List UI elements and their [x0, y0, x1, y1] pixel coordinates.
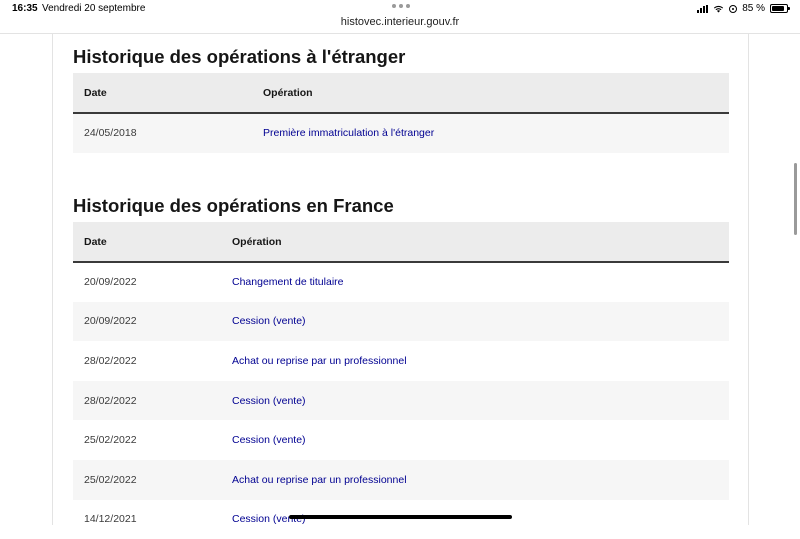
foreign-history-table: Date Opération 24/05/2018 Première immat…: [73, 73, 729, 153]
row-operation-link[interactable]: Première immatriculation à l'étranger: [252, 113, 729, 153]
row-operation-link[interactable]: Achat ou reprise par un professionnel: [221, 459, 729, 500]
status-bar: 16:35 Vendredi 20 septembre histovec.int…: [0, 0, 800, 34]
table-row: 24/05/2018 Première immatriculation à l'…: [73, 113, 729, 153]
france-history-title: Historique des opérations en France: [73, 195, 394, 216]
row-operation-link[interactable]: Cession (vente): [221, 420, 729, 460]
status-icons: 85 %: [697, 3, 790, 14]
column-header-date: Date: [73, 222, 221, 263]
home-indicator[interactable]: [289, 515, 512, 519]
table-header-row: Date Opération: [73, 222, 729, 263]
row-operation-link[interactable]: Cession (vente): [221, 380, 729, 421]
page-content: Historique des opérations à l'étranger D…: [52, 34, 749, 539]
table-row: 25/02/2022 Cession (vente): [73, 420, 729, 460]
column-header-operation: Opération: [221, 222, 729, 263]
row-date: 28/02/2022: [73, 341, 221, 381]
row-date: 25/02/2022: [73, 420, 221, 460]
battery-percent: 85 %: [742, 3, 765, 14]
table-row: 14/12/2021 Cession (vente): [73, 499, 729, 539]
foreign-history-section: Historique des opérations à l'étranger D…: [73, 41, 729, 153]
multitasking-dots-icon[interactable]: [392, 4, 410, 8]
row-operation-link[interactable]: Cession (vente): [221, 499, 729, 539]
table-row: 20/09/2022 Cession (vente): [73, 301, 729, 342]
wifi-icon: [714, 5, 724, 13]
table-row: 25/02/2022 Achat ou reprise par un profe…: [73, 459, 729, 500]
location-icon: [729, 4, 738, 13]
column-header-date: Date: [73, 73, 252, 114]
row-date: 24/05/2018: [73, 113, 252, 153]
battery-icon: [770, 4, 790, 13]
status-time: 16:35: [12, 3, 38, 14]
table-row: 20/09/2022 Changement de titulaire: [73, 262, 729, 302]
row-date: 28/02/2022: [73, 380, 221, 421]
france-history-table: Date Opération 20/09/2022 Changement de …: [73, 222, 729, 539]
scroll-indicator[interactable]: [794, 163, 797, 235]
table-row: 28/02/2022 Achat ou reprise par un profe…: [73, 341, 729, 381]
row-date: 25/02/2022: [73, 459, 221, 500]
row-date: 14/12/2021: [73, 499, 221, 539]
column-header-operation: Opération: [252, 73, 729, 114]
table-row: 28/02/2022 Cession (vente): [73, 380, 729, 421]
table-header-row: Date Opération: [73, 73, 729, 114]
row-operation-link[interactable]: Cession (vente): [221, 301, 729, 342]
france-history-section: Historique des opérations en France Date…: [73, 190, 729, 539]
signal-icon: [697, 4, 709, 13]
row-operation-link[interactable]: Changement de titulaire: [221, 262, 729, 302]
foreign-history-title: Historique des opérations à l'étranger: [73, 46, 406, 67]
row-operation-link[interactable]: Achat ou reprise par un professionnel: [221, 341, 729, 381]
address-bar-url[interactable]: histovec.interieur.gouv.fr: [0, 16, 800, 28]
row-date: 20/09/2022: [73, 262, 221, 302]
row-date: 20/09/2022: [73, 301, 221, 342]
status-date: Vendredi 20 septembre: [42, 3, 146, 14]
